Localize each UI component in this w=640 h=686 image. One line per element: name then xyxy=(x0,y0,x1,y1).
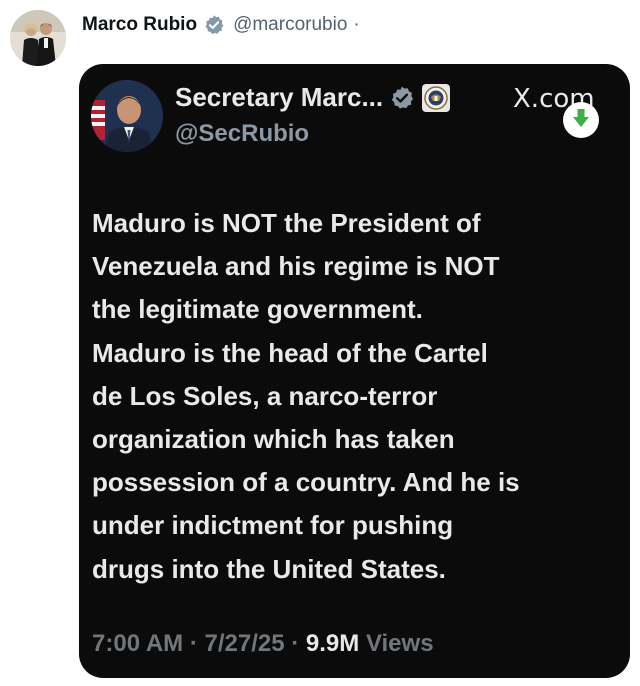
post-text-line: drugs into the United States. xyxy=(92,553,446,584)
post-text-line: possession of a country. And he is xyxy=(92,467,520,498)
post-text-line: under indictment for pushing xyxy=(92,510,454,541)
avatar-photo xyxy=(91,80,163,152)
download-arrow-icon xyxy=(569,106,593,135)
post-text-line: organization which has taken xyxy=(92,424,455,455)
avatar-photo xyxy=(10,10,66,66)
post-text-line: the legitimate government. xyxy=(92,294,423,325)
quoted-post-card[interactable]: Secretary Marc... @SecRubio X.com Maduro… xyxy=(79,64,630,678)
quoted-author-name[interactable]: Secretary Marc... xyxy=(175,82,383,113)
post-text-line: de Los Soles, a narco-terror xyxy=(92,380,438,411)
quoted-author-avatar[interactable] xyxy=(91,80,163,152)
quoted-author-row: Secretary Marc... xyxy=(175,82,451,113)
post-meta: 7:00 AM · 7/27/25 · 9.9M Views xyxy=(92,630,434,658)
state-department-seal-icon xyxy=(421,83,451,113)
avatar[interactable] xyxy=(10,10,66,66)
quoted-author-handle[interactable]: @SecRubio xyxy=(175,120,309,148)
outer-post-header: Marco Rubio @marcorubio · xyxy=(0,0,640,66)
post-text-line: Maduro is NOT the President of xyxy=(92,208,481,238)
post-text-line: Venezuela and his regime is NOT xyxy=(92,251,500,282)
views-count[interactable]: 9.9M xyxy=(306,630,359,657)
separator-dot: · xyxy=(291,630,300,657)
verified-badge-icon xyxy=(389,85,415,111)
post-date[interactable]: 7/27/25 xyxy=(204,630,284,657)
outer-author-name[interactable]: Marco Rubio xyxy=(82,14,197,36)
post-text-line: Maduro is the head of the Cartel xyxy=(92,337,488,368)
post-time[interactable]: 7:00 AM xyxy=(92,630,183,657)
download-button[interactable] xyxy=(563,102,599,138)
outer-author-handle[interactable]: @marcorubio xyxy=(233,14,347,36)
separator-dot: · xyxy=(189,630,198,657)
views-label: Views xyxy=(365,630,434,657)
verified-badge-icon xyxy=(203,14,225,36)
quoted-post-text: Maduro is NOT the President of Venezuela… xyxy=(92,202,622,591)
outer-author-row: Marco Rubio @marcorubio · xyxy=(82,14,360,36)
separator-dot: · xyxy=(353,14,360,35)
